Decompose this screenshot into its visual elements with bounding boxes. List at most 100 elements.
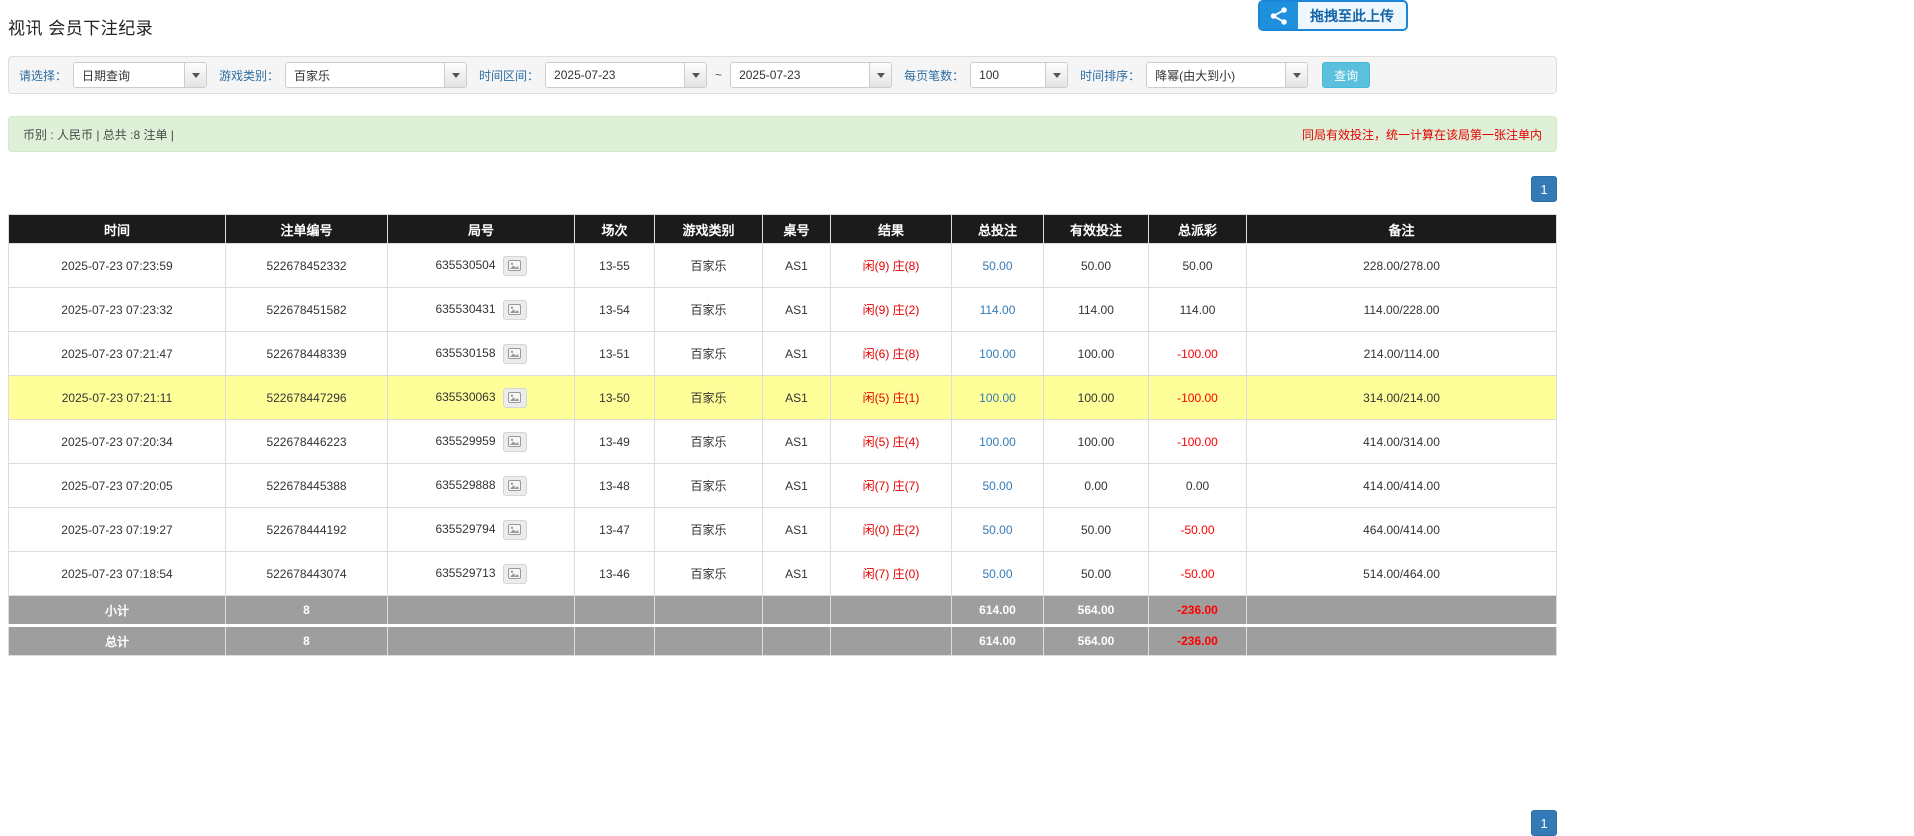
sort-order-dropdown-button[interactable] (1285, 63, 1307, 87)
game-type-combo (285, 62, 467, 88)
date-from-dropdown-button[interactable] (684, 63, 706, 87)
sort-order-input[interactable] (1147, 63, 1285, 87)
result-player: 闲(6) (863, 347, 890, 361)
table-body: 2025-07-23 07:23:59522678452332635530504… (9, 244, 1557, 656)
subtotal-payout: -236.00 (1149, 596, 1247, 626)
table-row[interactable]: 2025-07-23 07:21:11522678447296635530063… (9, 376, 1557, 420)
table-header-row: 时间 注单编号 局号 场次 游戏类别 桌号 结果 总投注 有效投注 总派彩 备注 (9, 215, 1557, 244)
round-result-image-button[interactable] (503, 256, 527, 276)
empty-cell (763, 626, 831, 656)
total-bet-link[interactable]: 50.00 (982, 567, 1012, 581)
total-bet-link[interactable]: 100.00 (979, 347, 1016, 361)
game-type-label: 游戏类别： (219, 67, 279, 84)
query-type-input[interactable] (74, 63, 184, 87)
empty-cell (831, 596, 952, 626)
total-bet-link[interactable]: 100.00 (979, 391, 1016, 405)
round-result-image-button[interactable] (503, 564, 527, 584)
round-cell: 635529888 (388, 464, 575, 508)
column-header-result: 结果 (831, 215, 952, 244)
date-from-combo (545, 62, 707, 88)
table-row[interactable]: 2025-07-23 07:19:27522678444192635529794… (9, 508, 1557, 552)
round-cell: 635530063 (388, 376, 575, 420)
pagination-bottom: 1 (8, 810, 1557, 836)
valid-bet-cell: 100.00 (1044, 376, 1149, 420)
result-banker: 庄(8) (893, 347, 920, 361)
page-1-button-bottom[interactable]: 1 (1531, 810, 1557, 836)
total-bet-cell: 100.00 (952, 376, 1044, 420)
total-bet-link[interactable]: 114.00 (980, 303, 1016, 317)
valid-bet-cell: 50.00 (1044, 552, 1149, 596)
currency-total-info: 币别 : 人民币 | 总共 :8 注单 | (23, 126, 174, 143)
table-row[interactable]: 2025-07-23 07:23:59522678452332635530504… (9, 244, 1557, 288)
column-header-total-bet: 总投注 (952, 215, 1044, 244)
column-header-round: 局号 (388, 215, 575, 244)
session-cell: 13-55 (575, 244, 655, 288)
game-type-dropdown-button[interactable] (444, 63, 466, 87)
table-row[interactable]: 2025-07-23 07:20:05522678445388635529888… (9, 464, 1557, 508)
valid-bet-cell: 114.00 (1044, 288, 1149, 332)
column-header-time: 时间 (9, 215, 226, 244)
round-number: 635529713 (435, 566, 495, 580)
page-size-dropdown-button[interactable] (1045, 63, 1067, 87)
game-type-cell: 百家乐 (655, 464, 763, 508)
total-row: 总计8614.00564.00-236.00 (9, 626, 1557, 656)
search-button[interactable]: 查询 (1322, 62, 1370, 88)
round-number: 635530158 (435, 346, 495, 360)
valid-bet-cell: 100.00 (1044, 420, 1149, 464)
table-no-cell: AS1 (763, 508, 831, 552)
remark-cell: 464.00/414.00 (1247, 508, 1557, 552)
page-1-button[interactable]: 1 (1531, 176, 1557, 202)
page-size-input[interactable] (971, 63, 1045, 87)
payout-cell: 0.00 (1149, 464, 1247, 508)
round-number: 635530063 (435, 390, 495, 404)
total-bet-link[interactable]: 100.00 (979, 435, 1016, 449)
page: 拖拽至此上传 视讯 会员下注纪录 请选择： 游戏类别： 时间区间： ~ (0, 0, 1914, 824)
bet-time-cell: 2025-07-23 07:21:47 (9, 332, 226, 376)
chevron-down-icon (1293, 73, 1301, 78)
payout-cell: -100.00 (1149, 420, 1247, 464)
total-label: 总计 (9, 626, 226, 656)
round-number: 635529959 (435, 434, 495, 448)
table-row[interactable]: 2025-07-23 07:21:47522678448339635530158… (9, 332, 1557, 376)
table-no-cell: AS1 (763, 332, 831, 376)
result-player: 闲(5) (863, 391, 890, 405)
game-type-input[interactable] (286, 63, 444, 87)
round-number: 635530431 (435, 302, 495, 316)
total-bet-link[interactable]: 50.00 (982, 479, 1012, 493)
session-cell: 13-47 (575, 508, 655, 552)
subtotal-valid-bet: 564.00 (1044, 596, 1149, 626)
query-type-dropdown-button[interactable] (184, 63, 206, 87)
round-result-image-button[interactable] (503, 432, 527, 452)
date-to-dropdown-button[interactable] (869, 63, 891, 87)
round-result-image-button[interactable] (503, 476, 527, 496)
chevron-down-icon (877, 73, 885, 78)
round-result-image-button[interactable] (503, 520, 527, 540)
total-bet-link[interactable]: 50.00 (982, 523, 1012, 537)
round-result-image-button[interactable] (503, 388, 527, 408)
result-cell: 闲(5) 庄(4) (831, 420, 952, 464)
payout-cell: 50.00 (1149, 244, 1247, 288)
table-no-cell: AS1 (763, 288, 831, 332)
total-bet-link[interactable]: 50.00 (982, 259, 1012, 273)
date-from-input[interactable] (546, 63, 684, 87)
result-cell: 闲(7) 庄(0) (831, 552, 952, 596)
round-number: 635529794 (435, 522, 495, 536)
round-result-image-button[interactable] (503, 344, 527, 364)
sort-order-combo (1146, 62, 1308, 88)
remark-cell: 414.00/314.00 (1247, 420, 1557, 464)
upload-dropzone-button[interactable]: 拖拽至此上传 (1258, 0, 1408, 31)
total-count: 8 (226, 626, 388, 656)
pagination-top: 1 (8, 176, 1557, 202)
upload-cluster-icon (1260, 2, 1298, 29)
column-header-remark: 备注 (1247, 215, 1557, 244)
bet-time-cell: 2025-07-23 07:20:34 (9, 420, 226, 464)
bet-id-cell: 522678444192 (226, 508, 388, 552)
result-cell: 闲(9) 庄(8) (831, 244, 952, 288)
column-header-bet-id: 注单编号 (226, 215, 388, 244)
date-to-input[interactable] (731, 63, 869, 87)
round-result-image-button[interactable] (503, 300, 527, 320)
table-row[interactable]: 2025-07-23 07:20:34522678446223635529959… (9, 420, 1557, 464)
table-row[interactable]: 2025-07-23 07:23:32522678451582635530431… (9, 288, 1557, 332)
empty-cell (575, 596, 655, 626)
table-row[interactable]: 2025-07-23 07:18:54522678443074635529713… (9, 552, 1557, 596)
